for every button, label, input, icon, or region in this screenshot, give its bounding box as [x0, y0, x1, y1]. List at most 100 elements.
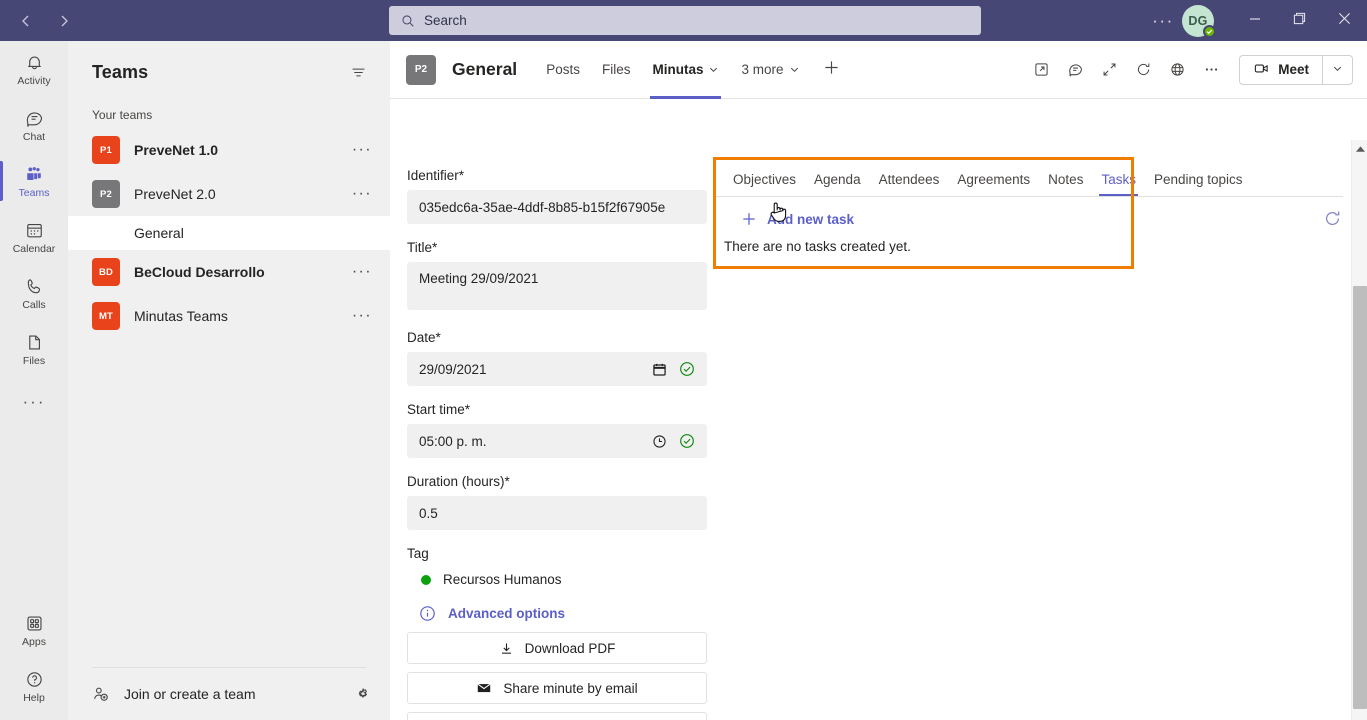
- scrollbar-thumb[interactable]: [1353, 286, 1367, 709]
- expand-icon[interactable]: [1093, 54, 1125, 86]
- team-row[interactable]: P2 PreveNet 2.0 ···: [68, 172, 390, 216]
- tag-value: Recursos Humanos: [443, 572, 562, 587]
- help-icon: [24, 667, 45, 691]
- filter-icon[interactable]: [344, 58, 372, 86]
- gear-icon[interactable]: [354, 685, 372, 703]
- rail-more-button[interactable]: ···: [0, 377, 68, 427]
- title-input[interactable]: Meeting 29/09/2021: [407, 262, 707, 310]
- field-label: Date*: [407, 330, 441, 345]
- rail-item-files[interactable]: Files: [0, 321, 68, 377]
- close-button[interactable]: [1322, 0, 1367, 41]
- tag-label: Tag: [407, 546, 429, 561]
- start-time-input[interactable]: 05:00 p. m.: [407, 424, 707, 458]
- back-button[interactable]: [10, 5, 42, 37]
- vertical-scrollbar[interactable]: [1351, 140, 1367, 720]
- close-icon: [1338, 12, 1351, 30]
- rail-bottom-group: Apps Help: [0, 602, 68, 720]
- download-pdf-button[interactable]: Download PDF: [407, 632, 707, 664]
- subtab-objectives[interactable]: Objectives: [724, 172, 805, 196]
- meet-dropdown-button[interactable]: [1322, 55, 1352, 84]
- subtab-pending-topics[interactable]: Pending topics: [1145, 172, 1252, 196]
- title-bar: Search ··· DG: [0, 0, 1367, 41]
- channel-team-avatar: P2: [406, 54, 436, 85]
- chevron-right-icon: [56, 13, 72, 29]
- info-icon: [419, 605, 436, 622]
- duration-input[interactable]: 0.5: [407, 496, 707, 530]
- teams-panel-footer: Join or create a team: [68, 667, 390, 720]
- join-or-create-team-button[interactable]: Join or create a team: [68, 668, 390, 720]
- subtab-attendees[interactable]: Attendees: [870, 172, 949, 196]
- add-new-task-button[interactable]: Add new task: [713, 202, 1343, 227]
- rail-label-apps: Apps: [22, 636, 46, 648]
- rail-item-help[interactable]: Help: [0, 658, 68, 714]
- chevron-down-icon: [708, 64, 719, 75]
- identifier-input[interactable]: 035edc6a-35ae-4ddf-8b85-b15f2f67905e: [407, 190, 707, 224]
- subtab-agreements[interactable]: Agreements: [948, 172, 1039, 196]
- subtab-tasks[interactable]: Tasks: [1092, 172, 1145, 196]
- rail-item-calendar[interactable]: Calendar: [0, 209, 68, 265]
- chat-bubble-icon[interactable]: [1059, 54, 1091, 86]
- meet-button[interactable]: Meet: [1240, 56, 1322, 84]
- plus-icon: [823, 59, 840, 81]
- tab-posts[interactable]: Posts: [535, 41, 591, 99]
- tab-minutas-label: Minutas: [652, 62, 704, 77]
- team-avatar: P1: [92, 136, 120, 164]
- more-icon[interactable]: [1195, 54, 1227, 86]
- globe-icon[interactable]: [1161, 54, 1193, 86]
- chevron-down-icon: [789, 64, 800, 75]
- rail-item-activity[interactable]: Activity: [0, 41, 68, 97]
- channel-item-general[interactable]: General: [68, 216, 390, 250]
- minutes-app-body: Identifier* 035edc6a-35ae-4ddf-8b85-b15f…: [390, 99, 1367, 720]
- search-input[interactable]: Search: [389, 6, 981, 35]
- restore-button[interactable]: [1277, 0, 1322, 41]
- refresh-icon: [1323, 209, 1342, 233]
- team-avatar: MT: [92, 302, 120, 330]
- team-row[interactable]: MT Minutas Teams ···: [68, 294, 390, 338]
- avatar[interactable]: DG: [1182, 4, 1216, 38]
- tab-more[interactable]: 3 more: [730, 41, 810, 99]
- team-name: PreveNet 1.0: [134, 142, 219, 158]
- date-input[interactable]: 29/09/2021: [407, 352, 707, 386]
- minutes-sub-tabs: Objectives Agenda Attendees Agreements N…: [713, 157, 1343, 197]
- your-teams-label: Your teams: [92, 108, 153, 122]
- rail-item-chat[interactable]: Chat: [0, 97, 68, 153]
- field-label: Title*: [407, 240, 438, 255]
- scroll-up-button[interactable]: [1352, 140, 1367, 157]
- open-in-new-icon[interactable]: [1025, 54, 1057, 86]
- team-more-icon[interactable]: ···: [352, 185, 376, 203]
- share-by-email-button[interactable]: Share minute by email: [407, 672, 707, 704]
- tab-minutas[interactable]: Minutas: [641, 41, 730, 99]
- rail-label-teams: Teams: [18, 187, 50, 199]
- field-value: Meeting 29/09/2021: [419, 271, 539, 286]
- rail-item-calls[interactable]: Calls: [0, 265, 68, 321]
- main-content: P2 General Posts Files Minutas 3 more Me…: [390, 41, 1367, 720]
- add-tab-button[interactable]: [817, 55, 847, 85]
- rail-item-apps[interactable]: Apps: [0, 602, 68, 658]
- team-more-icon[interactable]: ···: [352, 141, 376, 159]
- calendar-picker-icon[interactable]: [652, 362, 667, 377]
- minimize-button[interactable]: [1232, 0, 1277, 41]
- presence-available-badge: [1203, 24, 1216, 38]
- settings-more-button[interactable]: ···: [1146, 5, 1180, 37]
- team-more-icon[interactable]: ···: [352, 307, 376, 325]
- field-label: Identifier*: [407, 168, 465, 183]
- clock-picker-icon[interactable]: [652, 434, 667, 449]
- app-rail: Activity Chat Teams Calendar Calls Files…: [0, 41, 68, 720]
- tasks-refresh-button[interactable]: [1318, 207, 1346, 235]
- forward-button[interactable]: [48, 5, 80, 37]
- team-more-icon[interactable]: ···: [352, 263, 376, 281]
- advanced-options-link[interactable]: Advanced options: [407, 587, 707, 632]
- chevron-down-icon: [1332, 61, 1343, 79]
- rail-label-files: Files: [22, 355, 46, 367]
- history-navigation: [10, 5, 80, 37]
- team-row[interactable]: BD BeCloud Desarrollo ···: [68, 250, 390, 294]
- subtab-notes[interactable]: Notes: [1039, 172, 1092, 196]
- return-to-home-button[interactable]: Return to Home: [407, 712, 707, 720]
- refresh-icon[interactable]: [1127, 54, 1159, 86]
- rail-item-teams[interactable]: Teams: [0, 153, 68, 209]
- tab-files[interactable]: Files: [591, 41, 642, 99]
- search-icon: [401, 14, 415, 28]
- team-row[interactable]: P1 PreveNet 1.0 ···: [68, 128, 390, 172]
- subtab-agenda[interactable]: Agenda: [805, 172, 870, 196]
- tag-value-row: Recursos Humanos: [407, 568, 707, 587]
